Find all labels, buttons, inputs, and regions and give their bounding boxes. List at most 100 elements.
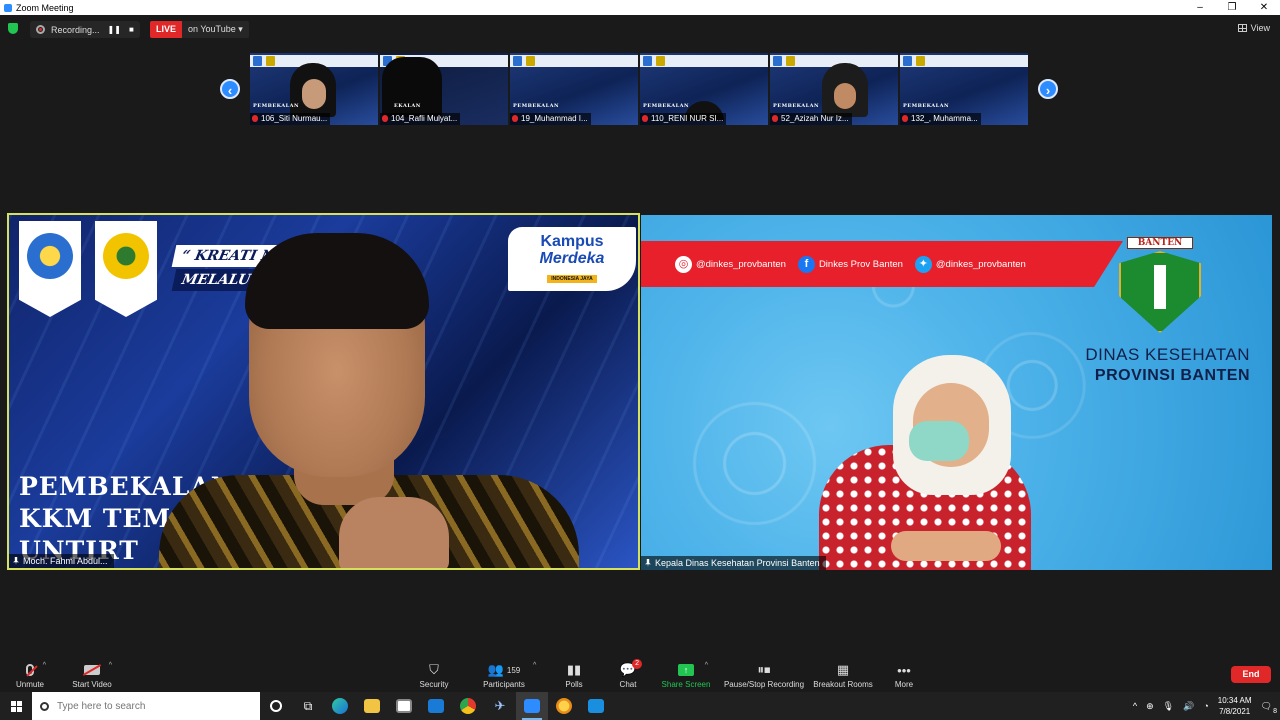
pause-stop-recording-button[interactable]: ⏸⏹ Pause/Stop Recording bbox=[722, 655, 806, 692]
taskbar-search[interactable] bbox=[32, 692, 260, 720]
chrome-icon bbox=[460, 698, 476, 714]
minimize-button[interactable]: – bbox=[1184, 0, 1216, 15]
tray-overflow-chevron-icon[interactable]: ^ bbox=[1133, 701, 1137, 711]
chevron-down-icon: ▾ bbox=[238, 24, 243, 34]
banner-word: PEMBEKALAN bbox=[773, 103, 820, 109]
grid-view-icon bbox=[1237, 24, 1247, 32]
muted-mic-icon bbox=[512, 115, 518, 122]
stream-target-label: on YouTube bbox=[188, 24, 236, 34]
next-page-button[interactable]: › bbox=[1038, 79, 1058, 99]
chevron-left-icon: ‹ bbox=[227, 83, 233, 98]
banner-word: EKALAN bbox=[394, 103, 421, 109]
stop-recording-icon[interactable]: ■ bbox=[129, 25, 134, 34]
participant-thumbnail[interactable]: PEMBEKALAN 106_Siti Nurmau... bbox=[250, 53, 378, 125]
participants-button[interactable]: 👥 159 ^ Participants bbox=[480, 655, 536, 692]
breakout-rooms-label: Breakout Rooms bbox=[813, 680, 873, 689]
kampus-line-1: Kampus bbox=[540, 233, 604, 250]
organization-name: DINAS KESEHATAN PROVINSI BANTEN bbox=[1085, 345, 1250, 385]
window-title: Zoom Meeting bbox=[16, 2, 74, 13]
instagram-label: @dinkes_provbanten bbox=[696, 258, 786, 270]
participant-name: 132_, Muhamma... bbox=[900, 113, 981, 125]
audio-options-caret-icon[interactable]: ^ bbox=[43, 662, 46, 669]
banner-word: PEMBEKALAN bbox=[903, 103, 950, 109]
participant-thumbnail[interactable]: PEMBEKALAN 52_Azizah Nur Iz... bbox=[770, 53, 898, 125]
live-badge: LIVE bbox=[150, 21, 183, 38]
participants-label: Participants bbox=[483, 680, 525, 689]
restore-button[interactable]: ❐ bbox=[1216, 0, 1248, 15]
chat-button[interactable]: 💬 2 Chat bbox=[614, 655, 643, 692]
participant-name-label: 132_, Muhamma... bbox=[911, 114, 978, 123]
active-speaker-tile[interactable]: “ KREATI N DAERAH MELALUI KNOLOGI” Kampu… bbox=[7, 213, 640, 570]
speaker-hand bbox=[339, 497, 449, 568]
camera-off-icon bbox=[84, 665, 100, 675]
muted-mic-icon bbox=[252, 115, 258, 122]
participants-caret-icon[interactable]: ^ bbox=[533, 662, 536, 669]
security-shield-icon[interactable] bbox=[8, 23, 18, 34]
weather-app-taskbar-icon[interactable] bbox=[548, 692, 580, 720]
share-options-caret-icon[interactable]: ^ bbox=[705, 662, 708, 669]
close-window-button[interactable]: ✕ bbox=[1248, 0, 1280, 15]
facebook-icon: f bbox=[797, 255, 815, 273]
participant-name: 110_RENI NUR SI... bbox=[640, 113, 727, 125]
recording-label: Recording... bbox=[51, 24, 100, 35]
participant-name-label: 52_Azizah Nur Iz... bbox=[781, 114, 849, 123]
prev-page-button[interactable]: ‹ bbox=[220, 79, 240, 99]
cortana-button[interactable] bbox=[260, 692, 292, 720]
muted-mic-icon bbox=[382, 115, 388, 122]
more-button[interactable]: ••• More bbox=[890, 655, 918, 692]
live-stream-indicator[interactable]: LIVE on YouTube ▾ bbox=[150, 21, 249, 38]
task-view-icon: ⧉ bbox=[303, 698, 313, 713]
security-button[interactable]: ⛉ Security bbox=[416, 655, 452, 692]
view-label: View bbox=[1250, 23, 1270, 33]
participant-name: 52_Azizah Nur Iz... bbox=[770, 113, 852, 125]
twitter-icon: ✦ bbox=[914, 255, 932, 273]
microphone-tray-icon[interactable]: 🎙 bbox=[1163, 701, 1174, 712]
view-button[interactable]: View bbox=[1237, 23, 1270, 33]
unmute-button[interactable]: ^ Unmute bbox=[12, 655, 48, 692]
microphone-muted-icon bbox=[26, 664, 34, 676]
stream-target: on YouTube ▾ bbox=[182, 21, 249, 38]
network-drive-icon[interactable]: ⊕ bbox=[1146, 701, 1154, 712]
lighthouse-icon bbox=[1154, 265, 1166, 309]
wifi-icon[interactable]: ◔ bbox=[1203, 701, 1208, 711]
volume-icon[interactable]: 🔊 bbox=[1183, 701, 1194, 712]
zoom-taskbar-icon[interactable] bbox=[516, 692, 548, 720]
video-options-caret-icon[interactable]: ^ bbox=[109, 662, 112, 669]
participant-thumbnail[interactable]: PEMBEKALAN 132_, Muhamma... bbox=[900, 53, 1028, 125]
university-flag bbox=[95, 221, 157, 317]
facebook-label: Dinkes Prov Banten bbox=[818, 258, 903, 270]
meeting-controls: ^ Unmute ^ Start Video ⛉ Security 👥 159 ^ … bbox=[0, 655, 1280, 692]
pen-app-taskbar-icon[interactable]: ✈ bbox=[484, 692, 516, 720]
polls-button[interactable]: ▮▮ Polls bbox=[560, 655, 588, 692]
instagram-handle: ◎ @dinkes_provbanten bbox=[675, 255, 786, 273]
file-explorer-taskbar-icon[interactable] bbox=[356, 692, 388, 720]
facebook-handle: f Dinkes Prov Banten bbox=[797, 255, 903, 273]
recording-indicator: Recording... ❚❚ ■ bbox=[30, 21, 140, 38]
taskbar-clock[interactable]: 10:34 AM 7/8/2021 bbox=[1218, 695, 1252, 717]
participant-thumbnail[interactable]: PEMBEKALAN 110_RENI NUR SI... bbox=[640, 53, 768, 125]
start-video-button[interactable]: ^ Start Video bbox=[70, 655, 114, 692]
notifications-icon[interactable]: 🗨 8 bbox=[1261, 701, 1277, 715]
search-input[interactable] bbox=[57, 700, 237, 712]
store-taskbar-icon[interactable] bbox=[388, 692, 420, 720]
social-media-banner: ◎ @dinkes_provbanten f Dinkes Prov Banten … bbox=[641, 241, 1123, 287]
start-button[interactable] bbox=[0, 692, 32, 720]
participant-tile-dinkes[interactable]: ◎ @dinkes_provbanten f Dinkes Prov Banten … bbox=[641, 215, 1272, 570]
mail-taskbar-icon[interactable] bbox=[420, 692, 452, 720]
media-app-taskbar-icon[interactable] bbox=[580, 692, 612, 720]
mail-icon bbox=[428, 699, 444, 713]
university-logo-icon bbox=[103, 233, 149, 279]
edge-taskbar-icon[interactable] bbox=[324, 692, 356, 720]
pause-recording-icon[interactable]: ❚❚ bbox=[108, 25, 121, 34]
participant-thumbnail[interactable]: PEMBEKALAN 19_Muhammad I... bbox=[510, 53, 638, 125]
chat-unread-badge: 2 bbox=[632, 659, 643, 669]
chrome-taskbar-icon[interactable] bbox=[452, 692, 484, 720]
breakout-rooms-button[interactable]: ▦ Breakout Rooms bbox=[812, 655, 874, 692]
share-screen-button[interactable]: ↑ ^ Share Screen bbox=[660, 655, 712, 692]
end-meeting-button[interactable]: End bbox=[1231, 666, 1271, 683]
banner-word: PEMBEKALAN bbox=[643, 103, 690, 109]
participant-thumbnail[interactable]: EKALAN 104_Rafli Mulyat... bbox=[380, 53, 508, 125]
pen-icon: ✈ bbox=[494, 698, 506, 713]
task-view-button[interactable]: ⧉ bbox=[292, 692, 324, 720]
participant-name: 19_Muhammad I... bbox=[510, 113, 591, 125]
